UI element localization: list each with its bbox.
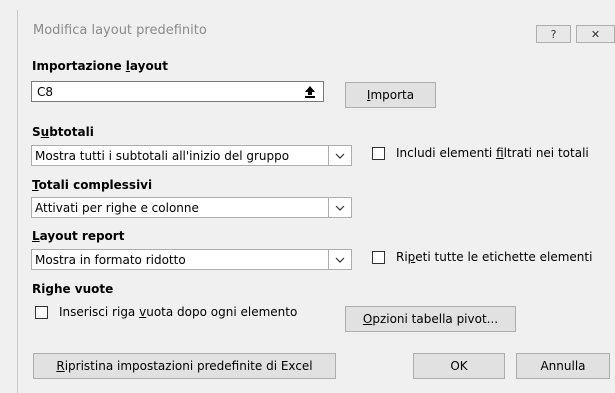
collapse-dialog-icon bbox=[305, 86, 315, 98]
report-layout-dropdown-button[interactable] bbox=[328, 250, 351, 269]
help-icon: ? bbox=[550, 27, 557, 41]
subtotals-section-label: Subtotali bbox=[32, 125, 94, 139]
help-button[interactable]: ? bbox=[536, 25, 571, 43]
import-button-label: Importa bbox=[366, 88, 415, 102]
dialog: Modifica layout predefinito ? ✕ Importaz… bbox=[0, 0, 615, 393]
import-cell-input[interactable]: C8 bbox=[31, 81, 324, 102]
reset-defaults-label: Ripristina impostazioni predefinite di E… bbox=[56, 359, 313, 373]
chevron-down-icon bbox=[335, 257, 345, 263]
import-cell-value: C8 bbox=[37, 85, 54, 99]
grand-totals-dropdown-button[interactable] bbox=[328, 198, 351, 217]
grand-totals-selected: Attivati per righe e colonne bbox=[35, 201, 199, 215]
include-filtered-checkbox[interactable] bbox=[372, 147, 385, 160]
insert-blank-row-checkbox[interactable] bbox=[35, 306, 48, 319]
grand-totals-select[interactable]: Attivati per righe e colonne bbox=[31, 197, 352, 218]
repeat-labels-label: Ripeti tutte le etichette elementi bbox=[396, 250, 593, 264]
report-layout-select[interactable]: Mostra in formato ridotto bbox=[31, 249, 352, 270]
pivot-options-label: Opzioni tabella pivot... bbox=[362, 312, 499, 326]
chevron-down-icon bbox=[335, 205, 345, 211]
close-button[interactable]: ✕ bbox=[576, 25, 615, 43]
ok-label: OK bbox=[450, 359, 468, 373]
subtotals-selected: Mostra tutti i subtotali all'inizio del … bbox=[35, 149, 290, 163]
import-button[interactable]: Importa bbox=[345, 82, 436, 108]
dialog-border bbox=[17, 10, 18, 393]
close-icon: ✕ bbox=[590, 27, 601, 41]
insert-blank-row-label: Inserisci riga vuota dopo ogni elemento bbox=[59, 305, 298, 319]
pivot-options-button[interactable]: Opzioni tabella pivot... bbox=[345, 306, 516, 332]
title-bar: Modifica layout predefinito ? ✕ bbox=[18, 10, 615, 48]
dialog-title: Modifica layout predefinito bbox=[33, 23, 207, 38]
chevron-down-icon bbox=[335, 153, 345, 159]
subtotals-select[interactable]: Mostra tutti i subtotali all'inizio del … bbox=[31, 145, 352, 166]
cancel-label: Annulla bbox=[540, 359, 586, 373]
collapse-dialog-button[interactable] bbox=[297, 82, 323, 101]
grand-totals-section-label: Totali complessivi bbox=[32, 178, 153, 192]
include-filtered-label: Includi elementi filtrati nei totali bbox=[396, 146, 589, 160]
report-layout-section-label: Layout report bbox=[32, 229, 125, 243]
subtotals-dropdown-button[interactable] bbox=[328, 146, 351, 165]
repeat-labels-checkbox[interactable] bbox=[372, 251, 385, 264]
cancel-button[interactable]: Annulla bbox=[516, 353, 610, 379]
ok-button[interactable]: OK bbox=[413, 353, 505, 379]
reset-defaults-button[interactable]: Ripristina impostazioni predefinite di E… bbox=[33, 353, 336, 379]
import-section-label: Importazione layout bbox=[32, 59, 168, 73]
blank-rows-section-label: Righe vuote bbox=[32, 282, 114, 296]
report-layout-selected: Mostra in formato ridotto bbox=[35, 253, 186, 267]
